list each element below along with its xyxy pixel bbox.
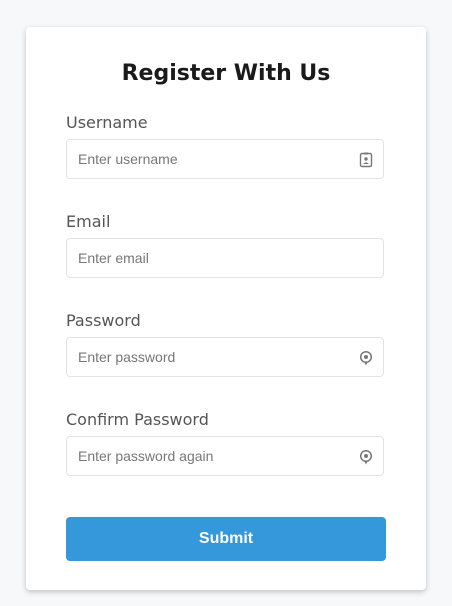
contact-card-icon	[359, 152, 373, 168]
confirm-password-label: Confirm Password	[66, 410, 209, 429]
email-field-wrapper	[66, 238, 384, 278]
username-input[interactable]	[67, 140, 383, 178]
confirm-password-input[interactable]	[67, 437, 383, 475]
form-title: Register With Us	[121, 61, 331, 86]
register-form-card: Register With Us Username Email Password…	[26, 27, 426, 590]
password-field-wrapper	[66, 337, 384, 377]
confirm-password-field-wrapper	[66, 436, 384, 476]
email-label: Email	[66, 212, 111, 231]
email-input[interactable]	[67, 239, 383, 277]
submit-button[interactable]: Submit	[66, 517, 386, 561]
password-input[interactable]	[67, 338, 383, 376]
password-reveal-icon[interactable]	[359, 449, 373, 465]
username-field-wrapper	[66, 139, 384, 179]
password-label: Password	[66, 311, 141, 330]
username-label: Username	[66, 113, 148, 132]
password-reveal-icon[interactable]	[359, 350, 373, 366]
